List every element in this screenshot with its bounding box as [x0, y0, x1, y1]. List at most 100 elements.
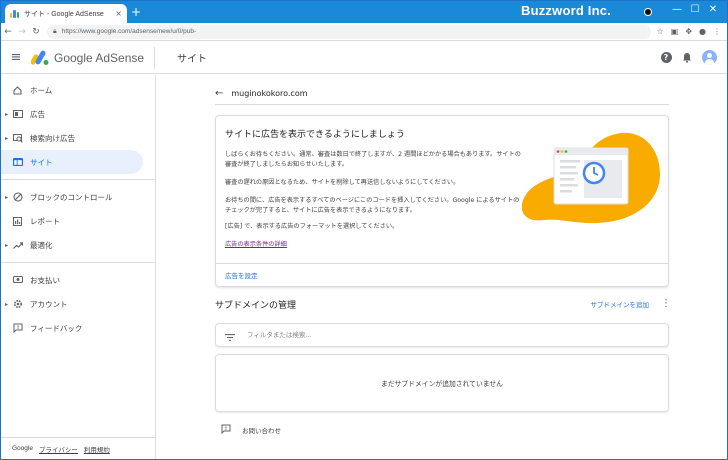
expand-caret-icon[interactable]: ▸	[5, 194, 8, 201]
main-content: ← muginokokoro.com サイトに広告を表示できるようにしましょう …	[157, 75, 727, 459]
back-icon[interactable]: ←	[1, 27, 15, 37]
site-header-row: ← muginokokoro.com	[215, 83, 669, 105]
sidebar-item-label: ブロックのコントロール	[30, 192, 113, 202]
app-name: Google AdSense	[54, 50, 145, 65]
new-tab-button[interactable]: +	[131, 5, 141, 19]
reports-icon	[12, 216, 23, 227]
add-subdomain-button[interactable]: サブドメインを追加	[591, 299, 650, 309]
ad-serving-details-link[interactable]: 広告の表示条件の詳細	[225, 239, 287, 248]
screenshot-extension-icon[interactable]: ▣	[671, 27, 679, 36]
review-pending-illustration	[522, 132, 660, 224]
back-arrow-icon[interactable]: ←	[215, 88, 223, 99]
minimize-button[interactable]: —	[671, 4, 683, 15]
sidebar-item-blocking-controls[interactable]: ▸ ブロックのコントロール	[1, 185, 155, 209]
record-icon	[644, 8, 652, 16]
sidebar-item-account[interactable]: ▸ アカウント	[1, 292, 155, 316]
bookmark-star-icon[interactable]: ☆	[657, 27, 664, 36]
account-gear-icon	[12, 299, 23, 310]
feedback-icon	[221, 424, 231, 436]
sidebar-footer: Google プライバシー 利用規約	[1, 437, 155, 459]
brand-watermark: Buzzword Inc.	[521, 3, 611, 18]
footer-google: Google	[12, 445, 33, 452]
address-bar-row: ← → ↻ 🔒︎ https://www.google.com/adsense/…	[1, 23, 727, 41]
help-icon[interactable]: ?	[660, 52, 672, 64]
card-paragraph: 審査の遅れの原因となるため、サイトを削除して再送信しないようにしてください。	[225, 179, 460, 186]
sidebar-item-label: 広告	[30, 109, 45, 119]
close-tab-icon[interactable]: ×	[115, 9, 122, 18]
reload-icon[interactable]: ↻	[29, 27, 43, 37]
sidebar-item-label: 最適化	[30, 240, 53, 250]
sites-icon	[12, 157, 23, 168]
contact-us-link[interactable]: お問い合わせ	[221, 424, 281, 436]
site-status-card: サイトに広告を表示できるようにしましょう しばらくお待ちください。通常、審査は数…	[215, 115, 669, 287]
forward-icon[interactable]: →	[15, 27, 29, 37]
browser-tab[interactable]: サイト - Google AdSense ×	[5, 4, 127, 23]
filter-search-input[interactable]	[247, 331, 547, 339]
feedback-icon	[12, 323, 23, 334]
browser-menu-icon[interactable]: ⋮	[713, 27, 721, 36]
sidebar-item-ads[interactable]: ▸ 広告	[1, 102, 155, 126]
filter-bar	[215, 323, 669, 347]
sidebar-item-label: お支払い	[30, 275, 60, 285]
sidebar-item-label: ホーム	[30, 85, 53, 95]
header-divider	[154, 46, 155, 69]
adsense-logo-icon	[31, 50, 49, 65]
close-window-button[interactable]: ✕	[707, 4, 719, 15]
privacy-link[interactable]: プライバシー	[39, 444, 78, 454]
adsense-logo[interactable]: Google AdSense	[31, 50, 154, 65]
sidebar-item-label: 検索向け広告	[30, 133, 75, 143]
home-icon	[12, 85, 23, 96]
optimize-icon	[12, 240, 23, 251]
subdomains-empty-state: まだサブドメインが追加されていません	[215, 354, 669, 412]
browser-window: サイト - Google AdSense × + Buzzword Inc. —…	[0, 0, 728, 460]
sidebar-item-home[interactable]: ホーム	[1, 78, 155, 102]
browser-tab-bar: サイト - Google AdSense × + Buzzword Inc. —…	[1, 1, 727, 23]
sidebar-item-sites[interactable]: サイト	[1, 150, 143, 174]
maximize-button[interactable]: ☐	[689, 4, 701, 15]
payments-icon	[12, 275, 23, 286]
block-icon	[12, 192, 23, 203]
expand-caret-icon[interactable]: ▸	[5, 135, 8, 142]
sidebar-item-label: レポート	[30, 216, 60, 226]
account-avatar[interactable]	[702, 50, 717, 65]
filter-icon[interactable]	[225, 326, 235, 345]
tab-title: サイト - Google AdSense	[24, 10, 104, 18]
empty-state-message: まだサブドメインが追加されていません	[381, 380, 503, 388]
extensions-icon[interactable]: ✥	[685, 27, 692, 36]
more-options-icon[interactable]: ⋮	[661, 299, 671, 309]
window-controls: — ☐ ✕	[671, 4, 719, 15]
terms-link[interactable]: 利用規約	[84, 444, 110, 454]
card-paragraph: [広告] で、表示する広告のフォーマットを選択してください。	[225, 223, 399, 230]
sidebar-item-payments[interactable]: お支払い	[1, 268, 155, 292]
sidebar-item-feedback[interactable]: フィードバック	[1, 316, 155, 340]
search-ads-icon	[12, 133, 23, 144]
sidebar-divider	[1, 262, 155, 263]
page-title: サイト	[177, 54, 207, 65]
profile-icon[interactable]: ●	[699, 27, 706, 36]
sidebar-item-search-ads[interactable]: ▸ 検索向け広告	[1, 126, 155, 150]
site-domain: muginokokoro.com	[231, 89, 308, 98]
sidebar-item-optimize[interactable]: ▸ 最適化	[1, 233, 155, 257]
main-menu-icon[interactable]: ≡	[1, 50, 31, 65]
sidebar-item-label: サイト	[30, 157, 53, 167]
contact-label: お問い合わせ	[242, 427, 281, 435]
sidebar-item-label: アカウント	[30, 299, 68, 309]
sidebar: ホーム ▸ 広告 ▸ 検索向け広告 サイト ▸ ブロックのコントロール レポート…	[1, 75, 156, 459]
subdomains-title: サブドメインの管理	[215, 300, 297, 311]
card-paragraph: しばらくお待ちください。通常、審査は数日で終了しますが、2 週間ほどかかる場合も…	[225, 151, 521, 168]
card-divider	[216, 263, 668, 264]
url-field[interactable]: 🔒︎ https://www.google.com/adsense/new/u/…	[47, 24, 651, 39]
ads-icon	[12, 109, 23, 120]
app-header: ≡ Google AdSense サイト ?	[1, 42, 727, 74]
lock-icon: 🔒︎	[53, 27, 57, 35]
sidebar-divider	[1, 179, 155, 180]
notifications-bell-icon[interactable]	[681, 52, 693, 64]
sidebar-item-label: フィードバック	[30, 323, 83, 333]
expand-caret-icon[interactable]: ▸	[5, 111, 8, 118]
expand-caret-icon[interactable]: ▸	[5, 301, 8, 308]
setup-ads-button[interactable]: 広告を設定	[225, 270, 258, 280]
sidebar-item-reports[interactable]: レポート	[1, 209, 155, 233]
card-title: サイトに広告を表示できるようにしましょう	[225, 130, 405, 140]
expand-caret-icon[interactable]: ▸	[5, 242, 8, 249]
card-paragraph: お待ちの間に、広告を表示するすべてのページにこのコードを挿入してください。Goo…	[225, 197, 520, 214]
